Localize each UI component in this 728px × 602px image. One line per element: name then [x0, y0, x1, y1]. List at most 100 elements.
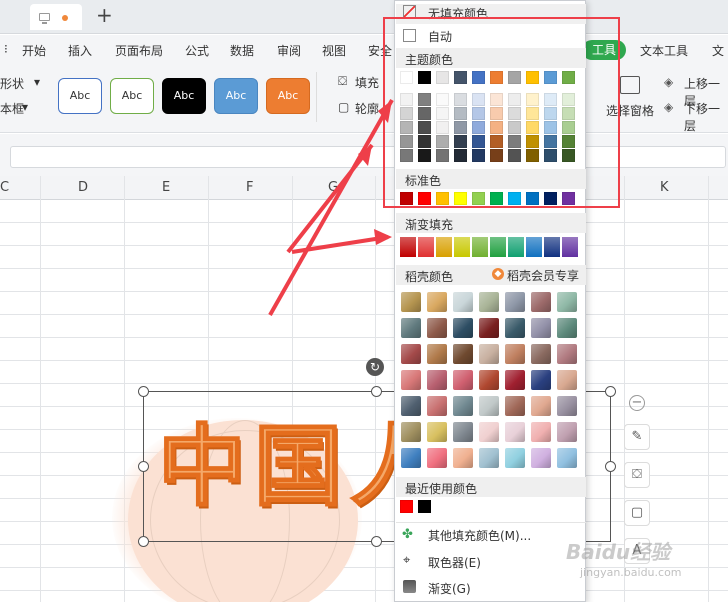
docer-texture-swatch[interactable] — [557, 448, 577, 468]
gradient-fill-swatch[interactable] — [472, 237, 488, 257]
theme-shade-swatch[interactable] — [454, 107, 467, 120]
theme-shade-swatch[interactable] — [418, 93, 431, 106]
theme-shade-swatch[interactable] — [544, 121, 557, 134]
theme-shade-swatch[interactable] — [526, 149, 539, 162]
docer-texture-swatch[interactable] — [531, 448, 551, 468]
docer-texture-swatch[interactable] — [401, 318, 421, 338]
docer-texture-swatch[interactable] — [531, 370, 551, 390]
theme-shade-swatch[interactable] — [526, 135, 539, 148]
gradient-fill-swatch[interactable] — [508, 237, 524, 257]
theme-color-swatch[interactable] — [454, 71, 467, 84]
docer-texture-swatch[interactable] — [531, 422, 551, 442]
theme-shade-swatch[interactable] — [562, 149, 575, 162]
theme-shade-swatch[interactable] — [526, 107, 539, 120]
theme-shade-swatch[interactable] — [490, 121, 503, 134]
docer-texture-swatch[interactable] — [453, 448, 473, 468]
standard-color-swatch[interactable] — [508, 192, 521, 205]
theme-shade-swatch[interactable] — [508, 107, 521, 120]
theme-shade-swatch[interactable] — [418, 107, 431, 120]
docer-texture-swatch[interactable] — [401, 344, 421, 364]
theme-color-swatch[interactable] — [400, 71, 413, 84]
theme-shade-swatch[interactable] — [562, 135, 575, 148]
theme-shade-swatch[interactable] — [544, 107, 557, 120]
theme-color-swatch[interactable] — [562, 71, 575, 84]
standard-color-swatch[interactable] — [436, 192, 449, 205]
theme-shade-swatch[interactable] — [562, 121, 575, 134]
standard-color-swatch[interactable] — [400, 192, 413, 205]
theme-color-swatch[interactable] — [508, 71, 521, 84]
theme-shade-swatch[interactable] — [508, 121, 521, 134]
gradient-fill-swatch[interactable] — [418, 237, 434, 257]
docer-texture-swatch[interactable] — [479, 344, 499, 364]
docer-texture-swatch[interactable] — [401, 448, 421, 468]
docer-texture-swatch[interactable] — [557, 292, 577, 312]
theme-shade-swatch[interactable] — [400, 121, 413, 134]
docer-texture-swatch[interactable] — [479, 422, 499, 442]
docer-texture-swatch[interactable] — [505, 396, 525, 416]
docer-texture-swatch[interactable] — [453, 370, 473, 390]
docer-texture-swatch[interactable] — [479, 292, 499, 312]
docer-texture-swatch[interactable] — [531, 292, 551, 312]
docer-texture-swatch[interactable] — [557, 344, 577, 364]
docer-texture-swatch[interactable] — [401, 396, 421, 416]
theme-shade-swatch[interactable] — [454, 135, 467, 148]
theme-color-swatch[interactable] — [418, 71, 431, 84]
standard-color-swatch[interactable] — [562, 192, 575, 205]
theme-shade-swatch[interactable] — [454, 93, 467, 106]
gradient-fill-swatch[interactable] — [490, 237, 506, 257]
theme-shade-swatch[interactable] — [400, 135, 413, 148]
docer-texture-swatch[interactable] — [401, 292, 421, 312]
gradient-fill-swatch[interactable] — [454, 237, 470, 257]
docer-texture-swatch[interactable] — [427, 318, 447, 338]
docer-texture-swatch[interactable] — [427, 396, 447, 416]
theme-shade-swatch[interactable] — [562, 93, 575, 106]
docer-texture-swatch[interactable] — [479, 318, 499, 338]
theme-color-swatch[interactable] — [490, 71, 503, 84]
theme-shade-swatch[interactable] — [400, 93, 413, 106]
theme-shade-swatch[interactable] — [526, 93, 539, 106]
docer-texture-swatch[interactable] — [557, 370, 577, 390]
theme-shade-swatch[interactable] — [418, 121, 431, 134]
docer-texture-swatch[interactable] — [557, 318, 577, 338]
theme-shade-swatch[interactable] — [436, 135, 449, 148]
theme-shade-swatch[interactable] — [544, 135, 557, 148]
standard-color-swatch[interactable] — [490, 192, 503, 205]
gradient-fill-swatch[interactable] — [526, 237, 542, 257]
theme-shade-swatch[interactable] — [436, 121, 449, 134]
docer-texture-swatch[interactable] — [453, 396, 473, 416]
theme-shade-swatch[interactable] — [562, 107, 575, 120]
theme-shade-swatch[interactable] — [472, 121, 485, 134]
theme-color-swatch[interactable] — [472, 71, 485, 84]
theme-shade-swatch[interactable] — [490, 135, 503, 148]
docer-texture-swatch[interactable] — [479, 396, 499, 416]
theme-shade-swatch[interactable] — [490, 107, 503, 120]
theme-shade-swatch[interactable] — [418, 135, 431, 148]
docer-texture-swatch[interactable] — [453, 292, 473, 312]
standard-color-swatch[interactable] — [454, 192, 467, 205]
theme-shade-swatch[interactable] — [418, 149, 431, 162]
docer-texture-swatch[interactable] — [427, 370, 447, 390]
theme-shade-swatch[interactable] — [472, 93, 485, 106]
theme-color-swatch[interactable] — [436, 71, 449, 84]
theme-color-swatch[interactable] — [526, 71, 539, 84]
theme-shade-swatch[interactable] — [526, 121, 539, 134]
docer-texture-swatch[interactable] — [505, 448, 525, 468]
theme-shade-swatch[interactable] — [490, 149, 503, 162]
docer-texture-swatch[interactable] — [505, 292, 525, 312]
theme-shade-swatch[interactable] — [508, 149, 521, 162]
docer-texture-swatch[interactable] — [505, 422, 525, 442]
standard-color-swatch[interactable] — [418, 192, 431, 205]
docer-texture-swatch[interactable] — [479, 448, 499, 468]
docer-texture-swatch[interactable] — [453, 344, 473, 364]
docer-texture-swatch[interactable] — [479, 370, 499, 390]
theme-shade-swatch[interactable] — [472, 135, 485, 148]
theme-shade-swatch[interactable] — [544, 93, 557, 106]
gradient-fill-swatch[interactable] — [400, 237, 416, 257]
theme-shade-swatch[interactable] — [436, 107, 449, 120]
theme-color-swatch[interactable] — [544, 71, 557, 84]
docer-texture-swatch[interactable] — [427, 422, 447, 442]
theme-shade-swatch[interactable] — [454, 121, 467, 134]
docer-texture-swatch[interactable] — [427, 344, 447, 364]
docer-texture-swatch[interactable] — [401, 370, 421, 390]
theme-shade-swatch[interactable] — [490, 93, 503, 106]
